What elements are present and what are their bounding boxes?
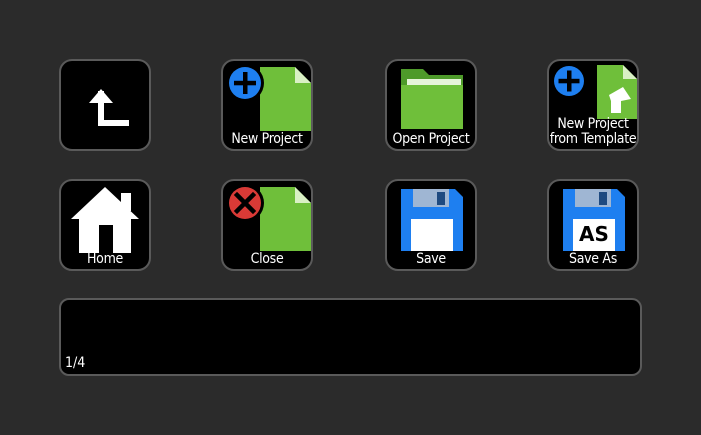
home-button[interactable]: Home [59,179,151,271]
new-project-label: New Project [231,131,303,147]
return-arrow-icon [89,89,129,126]
save-label: Save [416,251,446,267]
close-label: Close [250,251,284,267]
status-bar: 1/4 [59,298,642,376]
save-as-badge: AS [579,222,609,246]
save-as-label: Save As [569,251,617,267]
new-project-from-template-button[interactable]: New Project from Template [547,59,639,151]
open-project-button[interactable]: Open Project [385,59,477,151]
new-project-from-template-label: New Project from Template [549,116,637,147]
save-button[interactable]: Save [385,179,477,271]
home-label: Home [86,251,123,267]
back-button[interactable] [59,59,151,151]
open-project-label: Open Project [392,131,470,147]
save-as-button[interactable]: AS Save As [547,179,639,271]
new-project-button[interactable]: New Project [221,59,313,151]
close-button[interactable]: Close [221,179,313,271]
page-indicator: 1/4 [65,355,86,371]
